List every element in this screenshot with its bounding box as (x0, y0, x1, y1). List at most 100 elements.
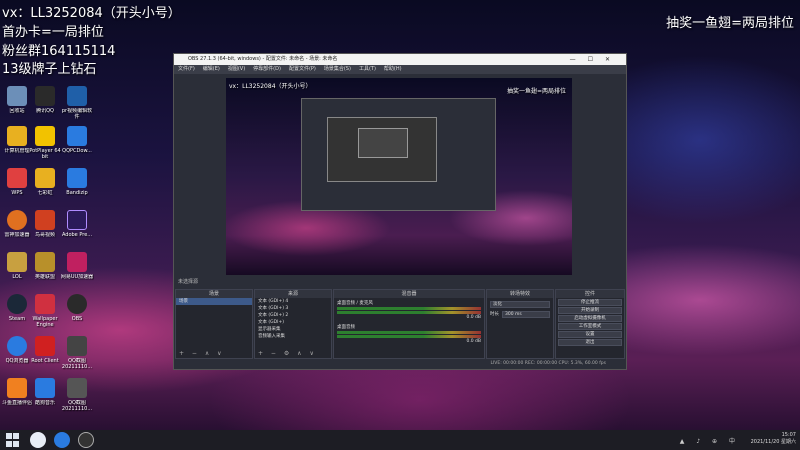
sources-dock-buttons[interactable]: + − ⚙ ∧ ∨ (258, 350, 317, 357)
mixer-channel-db: 0.0 dB (466, 339, 481, 344)
volume-meter (337, 331, 481, 334)
menu-edit[interactable]: 编辑(E) (203, 65, 220, 74)
stop-streaming-button[interactable]: 停止推流 (558, 299, 622, 306)
overlay-contact-text: vx：LL3252084（开头小号） (2, 6, 181, 21)
no-source-selected-label: 未选择源 (178, 279, 199, 285)
obs-title-bar[interactable]: OBS 27.1.3 (64-bit, windows) - 配置文件: 未命名… (174, 54, 626, 65)
desktop-icon-premiere[interactable]: Adobe Pre... (60, 210, 94, 244)
menu-help[interactable]: 帮助(H) (384, 65, 402, 74)
overlay-lottery-text: 抽奖一鱼翅=两局排位 (666, 16, 794, 31)
video-editor-icon (67, 86, 87, 106)
qq-browser-icon (7, 336, 27, 356)
desktop-icon-bird-video[interactable]: 鸟哥视频 (28, 210, 62, 244)
desktop-icon-league[interactable]: 英雄联盟 (28, 252, 62, 286)
desktop-icon-qqpcdownload[interactable]: QQPCDow... (60, 126, 94, 160)
status-text: LIVE: 00:00:00 REC: 00:00:00 CPU: 5.3%, … (490, 361, 606, 366)
nested-obs-preview (301, 98, 496, 211)
league-icon (35, 252, 55, 272)
exit-button[interactable]: 退出 (558, 339, 622, 346)
search-icon[interactable] (30, 432, 46, 448)
desktop-icon-bandizip[interactable]: Bandizip (60, 168, 94, 202)
desktop-icon-screenshot-2[interactable]: QQ截图20211110... (60, 378, 94, 412)
volume-meter (337, 335, 481, 338)
controls-dock: 控件 停止推流 开始录制 启动虚拟摄像机 工作室模式 设置 退出 (555, 289, 625, 359)
menu-view[interactable]: 视图(V) (228, 65, 245, 74)
source-item[interactable]: 文本 (GDI+) (255, 319, 331, 326)
lol-icon (7, 252, 27, 272)
overlay-line-3: 粉丝群164115114 (2, 44, 116, 59)
scene-item[interactable]: 场景 (176, 298, 252, 305)
window-controls[interactable]: —☐✕ (570, 54, 622, 65)
transition-type-row: 淡化 (490, 301, 550, 308)
mixer-channel: 桌面音频 0.0 dB (334, 322, 484, 346)
douyu-icon (7, 378, 27, 398)
desktop-icon-potplayer[interactable]: PotPlayer 64 bit (28, 126, 62, 160)
desktop-icon-colorful[interactable]: 七彩虹 (28, 168, 62, 202)
desktop-icon-root-client[interactable]: Root Client (28, 336, 62, 370)
source-toolbar: 未选择源 (174, 277, 626, 287)
transition-type-select[interactable]: 淡化 (490, 301, 550, 308)
clock-date: 2021/11/20 星期六 (750, 439, 796, 445)
volume-meter (337, 307, 481, 310)
preview-overlay-right-text: 抽奖一鱼翅=两局排位 (506, 88, 566, 95)
wallpaper-icon (35, 294, 55, 314)
mixer-channel: 桌面音频 / 麦克风 0.0 dB (334, 298, 484, 322)
premiere-icon (67, 210, 87, 230)
bandizip-icon (67, 168, 87, 188)
windows-start-icon[interactable] (6, 433, 20, 447)
transitions-dock-title: 转场特效 (487, 290, 553, 298)
kugou-icon (35, 378, 55, 398)
bird-icon (35, 210, 55, 230)
desktop-icon-video-editor[interactable]: pr视频编辑软件 (60, 86, 94, 120)
start-recording-button[interactable]: 开始录制 (558, 307, 622, 314)
duration-label: 时长 (490, 312, 499, 317)
volume-meter (337, 311, 481, 314)
overlay-line-4: 13级牌子上钻石 (2, 62, 97, 77)
source-item[interactable]: 显示器采集 (255, 326, 331, 333)
scenes-dock-buttons[interactable]: + − ∧ ∨ (179, 350, 225, 357)
obs-icon[interactable] (78, 432, 94, 448)
folder-icon (7, 126, 27, 146)
desktop-icon-wallpaper[interactable]: Wallpaper Engine (28, 294, 62, 328)
source-item[interactable]: 文本 (GDI+) 4 (255, 298, 331, 305)
desktop-icon-kugou[interactable]: 酷狗音乐 (28, 378, 62, 412)
obs-title-text: OBS 27.1.3 (64-bit, windows) - 配置文件: 未命名… (188, 56, 338, 62)
download-icon (67, 126, 87, 146)
source-item[interactable]: 文本 (GDI+) 2 (255, 312, 331, 319)
settings-button[interactable]: 设置 (558, 331, 622, 338)
sources-dock-title: 来源 (255, 290, 331, 298)
taskbar-app-icon[interactable] (54, 432, 70, 448)
source-item[interactable]: 音频输入采集 (255, 333, 331, 340)
desktop-icon-qq[interactable]: 腾讯QQ (28, 86, 62, 120)
menu-docks[interactable]: 停靠部件(D) (253, 65, 281, 74)
mixer-channel-name: 桌面音频 / 麦克风 (337, 301, 373, 306)
mixer-channel-name: 桌面音频 (337, 325, 355, 330)
system-clock[interactable]: 15:07 2021/11/20 星期六 (751, 432, 796, 446)
scenes-dock-title: 场景 (176, 290, 252, 298)
obs-preview-canvas[interactable]: vx：LL3252084（开头小号） 抽奖一鱼翅=两局排位 (226, 78, 572, 275)
uu-icon (67, 252, 87, 272)
obs-window[interactable]: OBS 27.1.3 (64-bit, windows) - 配置文件: 未命名… (173, 53, 627, 370)
controls-dock-title: 控件 (556, 290, 624, 298)
obs-icon (67, 294, 87, 314)
menu-scene-collection[interactable]: 场景集合(S) (324, 65, 351, 74)
scenes-dock: 场景 场景 + − ∧ ∨ (175, 289, 253, 359)
qq-icon (35, 86, 55, 106)
owl-icon (35, 168, 55, 188)
recycle-bin-icon (7, 86, 27, 106)
desktop-icon-screenshot-1[interactable]: QQ截图20211110... (60, 336, 94, 370)
obs-menu-bar: 文件(F) 编辑(E) 视图(V) 停靠部件(D) 配置文件(P) 场景集合(S… (174, 65, 626, 74)
start-virtual-camera-button[interactable]: 启动虚拟摄像机 (558, 315, 622, 322)
menu-file[interactable]: 文件(F) (178, 65, 195, 74)
menu-profile[interactable]: 配置文件(P) (289, 65, 316, 74)
potplayer-icon (35, 126, 55, 146)
system-tray-icons[interactable]: ▲ ♪ ⊕ 中 (680, 436, 740, 445)
menu-tools[interactable]: 工具(T) (359, 65, 376, 74)
desktop-icon-uu[interactable]: 网易UU加速器 (60, 252, 94, 286)
desktop-icon-obs[interactable]: OBS (60, 294, 94, 328)
duration-input[interactable]: 300 ms (502, 311, 550, 318)
taskbar: ▲ ♪ ⊕ 中 15:07 2021/11/20 星期六 (0, 430, 800, 450)
source-item[interactable]: 文本 (GDI+) 3 (255, 305, 331, 312)
studio-mode-button[interactable]: 工作室模式 (558, 323, 622, 330)
image-file-icon (67, 336, 87, 356)
